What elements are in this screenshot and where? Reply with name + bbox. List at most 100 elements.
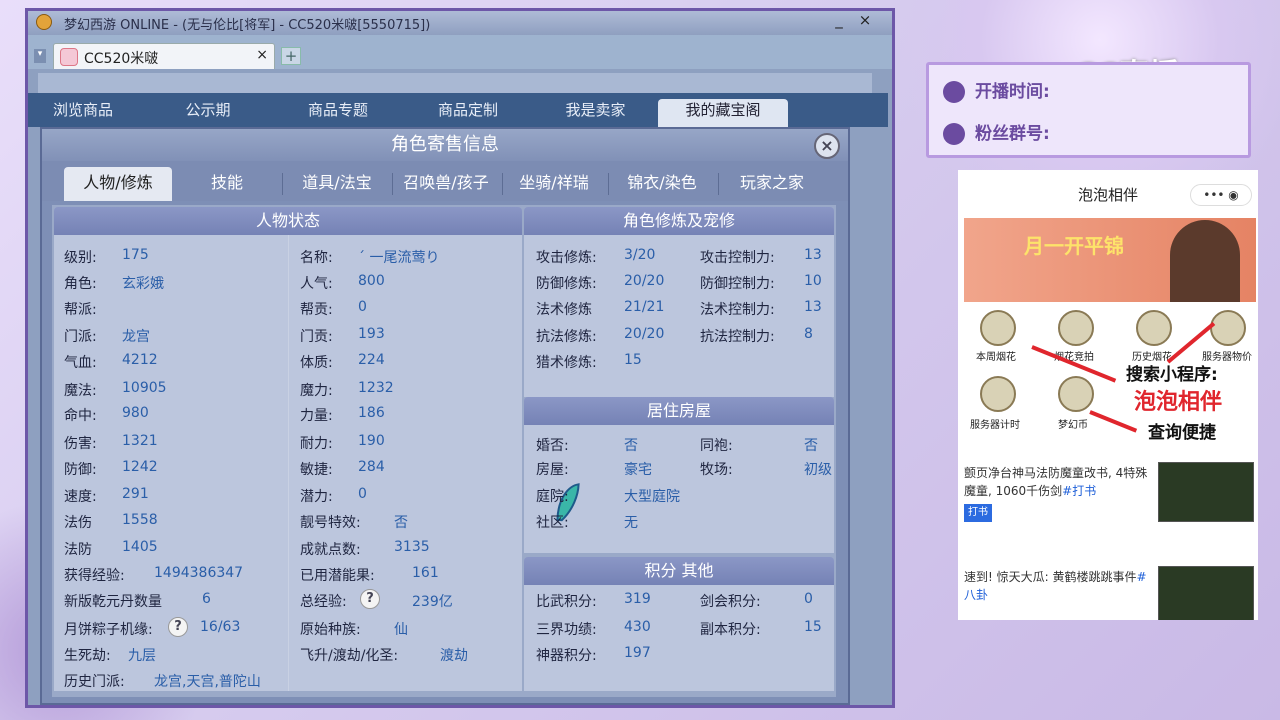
tab-close-icon[interactable]: × [256, 47, 268, 63]
history-icon[interactable] [1136, 310, 1172, 346]
info-label: 剑会积分: [700, 594, 761, 610]
stat-value: 1405 [122, 539, 158, 555]
stat-label: 潜力: [300, 489, 333, 505]
stat-value: 1242 [122, 459, 158, 475]
stat-value: 渡劫 [440, 648, 468, 664]
stat-value: 800 [358, 273, 385, 289]
stat-value: 239亿 [412, 594, 453, 610]
stat-label: 靓号特效: [300, 515, 361, 531]
info-row: 防御修炼: 20/20 防御控制力: 10 [536, 273, 832, 299]
capsule-menu[interactable]: ••• ◉ [1190, 184, 1252, 206]
info-value: 197 [624, 645, 651, 661]
stat-value: 1232 [358, 380, 394, 396]
stat-value: 玄彩娥 [122, 276, 164, 292]
nav-custom[interactable]: 商品定制 [413, 99, 523, 127]
info-row: 庭院: 大型庭院 [536, 486, 832, 512]
status-row: 魔法: 10905 [64, 380, 284, 406]
news-thumbnail [1158, 462, 1254, 522]
info-label: 副本积分: [700, 622, 761, 638]
promo-search-text: 搜索小程序: [1126, 365, 1218, 385]
news-item[interactable]: 颤页净台神马法防魔童改书, 4特殊魔童, 1060千伤剑#打书 打书 [964, 464, 1154, 522]
status-row: 新版乾元丹数量 6 [64, 591, 284, 617]
stat-label: 法防 [64, 542, 92, 558]
window-titlebar: 梦幻西游 ONLINE - (无与伦比[将军] - CC520米啵[555071… [28, 11, 892, 35]
info-label: 房屋: [536, 462, 569, 478]
status-row: 命中: 980 [64, 405, 284, 431]
stat-value: 龙宫 [122, 329, 150, 345]
status-row: 角色: 玄彩娥 [64, 273, 284, 299]
info-row: 攻击修炼: 3/20 攻击控制力: 13 [536, 247, 832, 273]
news-tag: #打书 [1062, 484, 1097, 498]
info-value: 初级 [804, 462, 832, 478]
info-value: 15 [804, 619, 822, 635]
promo-banner[interactable]: 月一开平锦 [964, 218, 1256, 302]
help-icon[interactable]: ? [360, 589, 380, 609]
info-row: 法术修炼 21/21 法术控制力: 13 [536, 299, 832, 325]
stat-value: 980 [122, 405, 149, 421]
coin-icon[interactable] [1058, 376, 1094, 412]
clock-icon [943, 81, 965, 103]
stat-label: 月饼粽子机缘: [64, 622, 153, 638]
tab-character[interactable]: 人物/修炼 [64, 167, 172, 201]
points-heading: 积分 其他 [524, 557, 834, 585]
minimize-button[interactable]: _ [828, 11, 850, 29]
help-icon[interactable]: ? [168, 617, 188, 637]
banner-text: 月一开平锦 [1024, 234, 1124, 258]
new-tab-button[interactable]: + [281, 47, 301, 65]
info-label: 攻击修炼: [536, 250, 597, 266]
tab-player-home[interactable]: 玩家之家 [720, 167, 824, 201]
stream-info-box: 开播时间: 粉丝群号: [926, 62, 1251, 158]
news-text: 速到! 惊天大瓜: 黄鹤楼跳跳事件 [964, 570, 1137, 584]
price-icon[interactable] [1210, 310, 1246, 346]
red-arrow [1089, 410, 1138, 433]
nav-publicity[interactable]: 公示期 [158, 99, 258, 127]
tab-mounts[interactable]: 坐骑/祥瑞 [504, 167, 604, 201]
news-item[interactable]: 速到! 惊天大瓜: 黄鹤楼跳跳事件#八卦 [964, 568, 1154, 604]
game-window: 梦幻西游 ONLINE - (无与伦比[将军] - CC520米啵[555071… [25, 8, 895, 708]
status-row: 生死劫: 九层 [64, 645, 284, 671]
status-row: 月饼粽子机缘: 16/63? [64, 617, 284, 645]
status-row: 法防 1405 [64, 539, 284, 565]
grid-label: 本周烟花 [976, 352, 1016, 363]
browser-tab[interactable]: CC520米啵 × [53, 43, 275, 69]
stat-label: 飞升/渡劫/化圣: [300, 648, 399, 664]
dialog-close-icon[interactable]: × [814, 133, 840, 159]
nav-topics[interactable]: 商品专题 [283, 99, 393, 127]
tab-pets[interactable]: 召唤兽/孩子 [394, 167, 498, 201]
stat-value: 九层 [128, 648, 156, 664]
timer-icon[interactable] [980, 376, 1016, 412]
stat-label: 力量: [300, 408, 333, 424]
stat-label: 门贡: [300, 329, 333, 345]
tab-items[interactable]: 道具/法宝 [287, 167, 387, 201]
tab-costumes[interactable]: 锦衣/染色 [610, 167, 714, 201]
fireworks-icon[interactable] [980, 310, 1016, 346]
stat-label: 敏捷: [300, 462, 333, 478]
stat-value: 仙 [394, 622, 408, 638]
tab-dropdown-icon[interactable]: ▾ [34, 49, 46, 63]
status-heading: 人物状态 [54, 207, 522, 235]
stat-label: 名称: [300, 250, 333, 266]
nav-my-treasure[interactable]: 我的藏宝阁 [658, 99, 788, 127]
auction-icon[interactable] [1058, 310, 1094, 346]
stat-value: ´ 一尾流莺り [358, 250, 440, 266]
news-thumbnail [1158, 566, 1254, 620]
info-label: 攻击控制力: [700, 250, 775, 266]
nav-seller[interactable]: 我是卖家 [543, 99, 648, 127]
info-value: 20/20 [624, 326, 665, 342]
status-row: 敏捷: 284 [300, 459, 520, 485]
people-icon [943, 123, 965, 145]
tab-label: CC520米啵 [84, 51, 159, 67]
status-row: 历史门派: 龙宫,天宫,普陀山 [64, 671, 284, 697]
status-row: 耐力: 190 [300, 433, 520, 459]
info-row: 抗法修炼: 20/20 抗法控制力: 8 [536, 326, 832, 352]
broadcast-time-row: 开播时间: [943, 77, 1050, 103]
info-label: 法术修炼 [536, 302, 592, 318]
nav-browse[interactable]: 浏览商品 [28, 99, 138, 127]
tab-separator [718, 173, 719, 195]
info-label: 法术控制力: [700, 302, 775, 318]
info-value: 8 [804, 326, 813, 342]
stat-label: 帮派: [64, 302, 97, 318]
close-window-button[interactable]: × [854, 11, 876, 29]
tab-skills[interactable]: 技能 [182, 167, 272, 201]
role-sale-dialog: 角色寄售信息 × 人物/修炼 技能 道具/法宝 召唤兽/孩子 坐骑/祥瑞 锦衣/… [40, 127, 850, 705]
